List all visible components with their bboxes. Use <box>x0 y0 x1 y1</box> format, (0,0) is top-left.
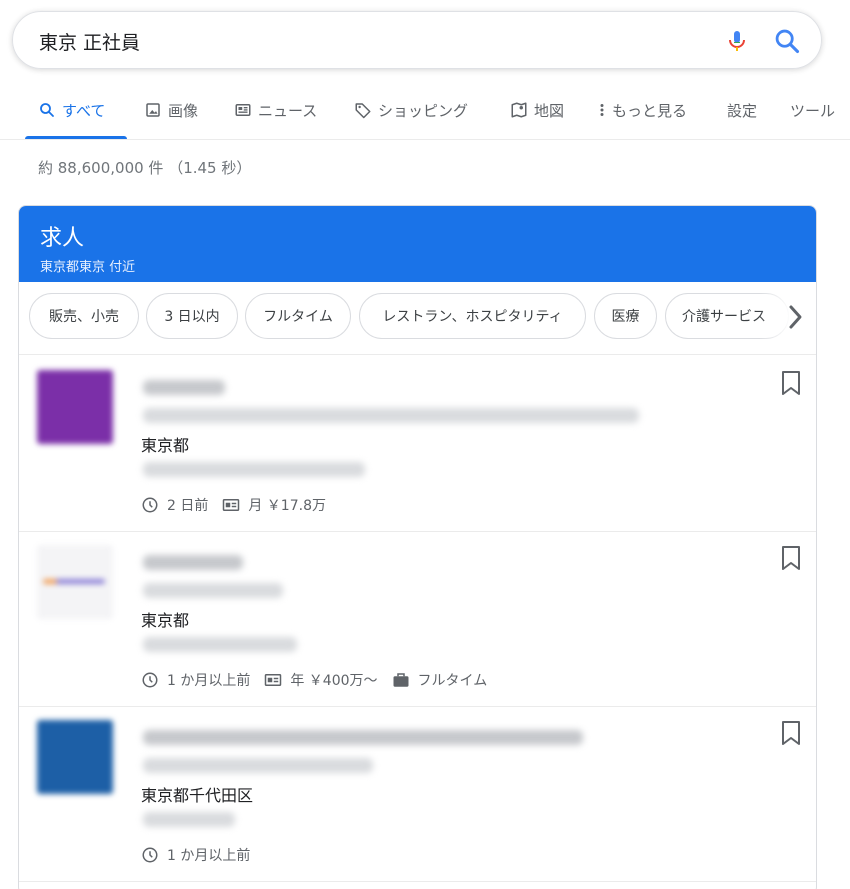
clock-icon <box>142 847 158 863</box>
tab-label: ショッピング <box>378 102 469 120</box>
filter-chips: 販売、小売 3 日以内 フルタイム レストラン、ホスピタリティ 医療 介護サービ… <box>19 282 816 355</box>
bookmark-icon[interactable] <box>780 370 802 396</box>
mic-icon[interactable] <box>725 27 749 55</box>
chip[interactable]: フルタイム <box>245 293 351 339</box>
tab-maps[interactable]: 地図 <box>510 100 564 140</box>
briefcase-icon <box>393 673 409 687</box>
tab-all[interactable]: すべて <box>38 100 105 140</box>
chip[interactable]: 医療 <box>594 293 657 339</box>
result-stats: 約 88,600,000 件 （1.45 秒） <box>38 159 252 177</box>
clock-icon <box>142 497 158 513</box>
search-input[interactable]: 東京 正社員 <box>39 28 140 55</box>
map-icon <box>511 102 527 118</box>
company-logo <box>37 720 113 794</box>
tab-news[interactable]: ニュース <box>234 100 317 140</box>
job-title-blurred <box>143 730 583 745</box>
jobs-card: 求人 東京都東京 付近 販売、小売 3 日以内 フルタイム レストラン、ホスピタ… <box>18 205 817 889</box>
search-tabs: すべて 画像 ニュース ショッピング 地図 もっと見る 設定 ツール <box>0 88 850 140</box>
tab-label: すべて <box>62 102 106 120</box>
job-title-blurred <box>143 380 225 395</box>
tab-label: 設定 <box>727 102 758 120</box>
search-icon[interactable] <box>773 27 801 55</box>
job-listing[interactable]: 東京都千代田区 1 か月以上前 <box>19 706 816 882</box>
bookmark-icon[interactable] <box>780 720 802 746</box>
job-listing[interactable]: 東京都 2 日前 月 ￥17.8万 <box>19 356 816 532</box>
more-vert-icon <box>600 104 604 116</box>
tab-settings[interactable]: 設定 <box>727 100 757 140</box>
company-logo <box>37 370 113 444</box>
salary: 年 ￥400万〜 <box>290 673 378 689</box>
job-title-blurred <box>143 555 243 570</box>
chip[interactable]: レストラン、ホスピタリティ <box>359 293 586 339</box>
salary-icon <box>223 499 240 511</box>
search-icon <box>40 103 54 117</box>
posted-time: 1 か月以上前 <box>167 848 251 864</box>
jobs-card-title: 求人 <box>40 226 85 251</box>
posted-time: 2 日前 <box>167 498 209 514</box>
company-name-blurred <box>143 583 283 598</box>
tab-tools[interactable]: ツール <box>790 100 835 140</box>
tab-label: もっと見る <box>612 102 688 120</box>
company-name-blurred <box>143 758 373 773</box>
job-location: 東京都 <box>141 611 190 630</box>
job-location: 東京都千代田区 <box>141 786 254 805</box>
news-icon <box>235 104 251 116</box>
salary: 月 ￥17.8万 <box>248 498 326 514</box>
tab-more[interactable]: もっと見る <box>598 100 687 140</box>
image-icon <box>146 103 160 117</box>
job-meta: 2 日前 月 ￥17.8万 <box>141 495 340 515</box>
tab-label: ツール <box>790 102 836 120</box>
company-name-blurred <box>143 408 639 423</box>
bookmark-icon[interactable] <box>780 545 802 571</box>
jobs-card-subtitle: 東京都東京 付近 <box>40 260 136 275</box>
posted-time: 1 か月以上前 <box>167 673 251 689</box>
salary-icon <box>265 674 282 686</box>
job-listing[interactable]: 東京都 1 か月以上前 年 ￥400万〜 フルタイム <box>19 531 816 707</box>
tab-label: ニュース <box>258 102 318 120</box>
tab-label: 画像 <box>168 102 199 120</box>
chip[interactable]: 販売、小売 <box>29 293 139 339</box>
tab-label: 地図 <box>534 102 565 120</box>
job-source-blurred <box>143 637 297 652</box>
job-source-blurred <box>143 462 365 477</box>
employment-type: フルタイム <box>417 673 488 689</box>
job-source-blurred <box>143 812 235 827</box>
job-location: 東京都 <box>141 436 190 455</box>
company-logo <box>37 545 113 619</box>
job-meta: 1 か月以上前 年 ￥400万〜 フルタイム <box>141 670 501 690</box>
tag-icon <box>355 103 371 119</box>
job-meta: 1 か月以上前 <box>141 845 264 865</box>
chevron-right-icon[interactable] <box>783 302 809 332</box>
tab-images[interactable]: 画像 <box>144 100 198 140</box>
tab-shopping[interactable]: ショッピング <box>354 100 468 140</box>
search-box[interactable]: 東京 正社員 <box>12 11 822 69</box>
active-tab-indicator <box>25 136 127 139</box>
clock-icon <box>142 672 158 688</box>
jobs-card-header[interactable]: 求人 東京都東京 付近 <box>19 206 816 282</box>
chip[interactable]: 3 日以内 <box>146 293 238 339</box>
